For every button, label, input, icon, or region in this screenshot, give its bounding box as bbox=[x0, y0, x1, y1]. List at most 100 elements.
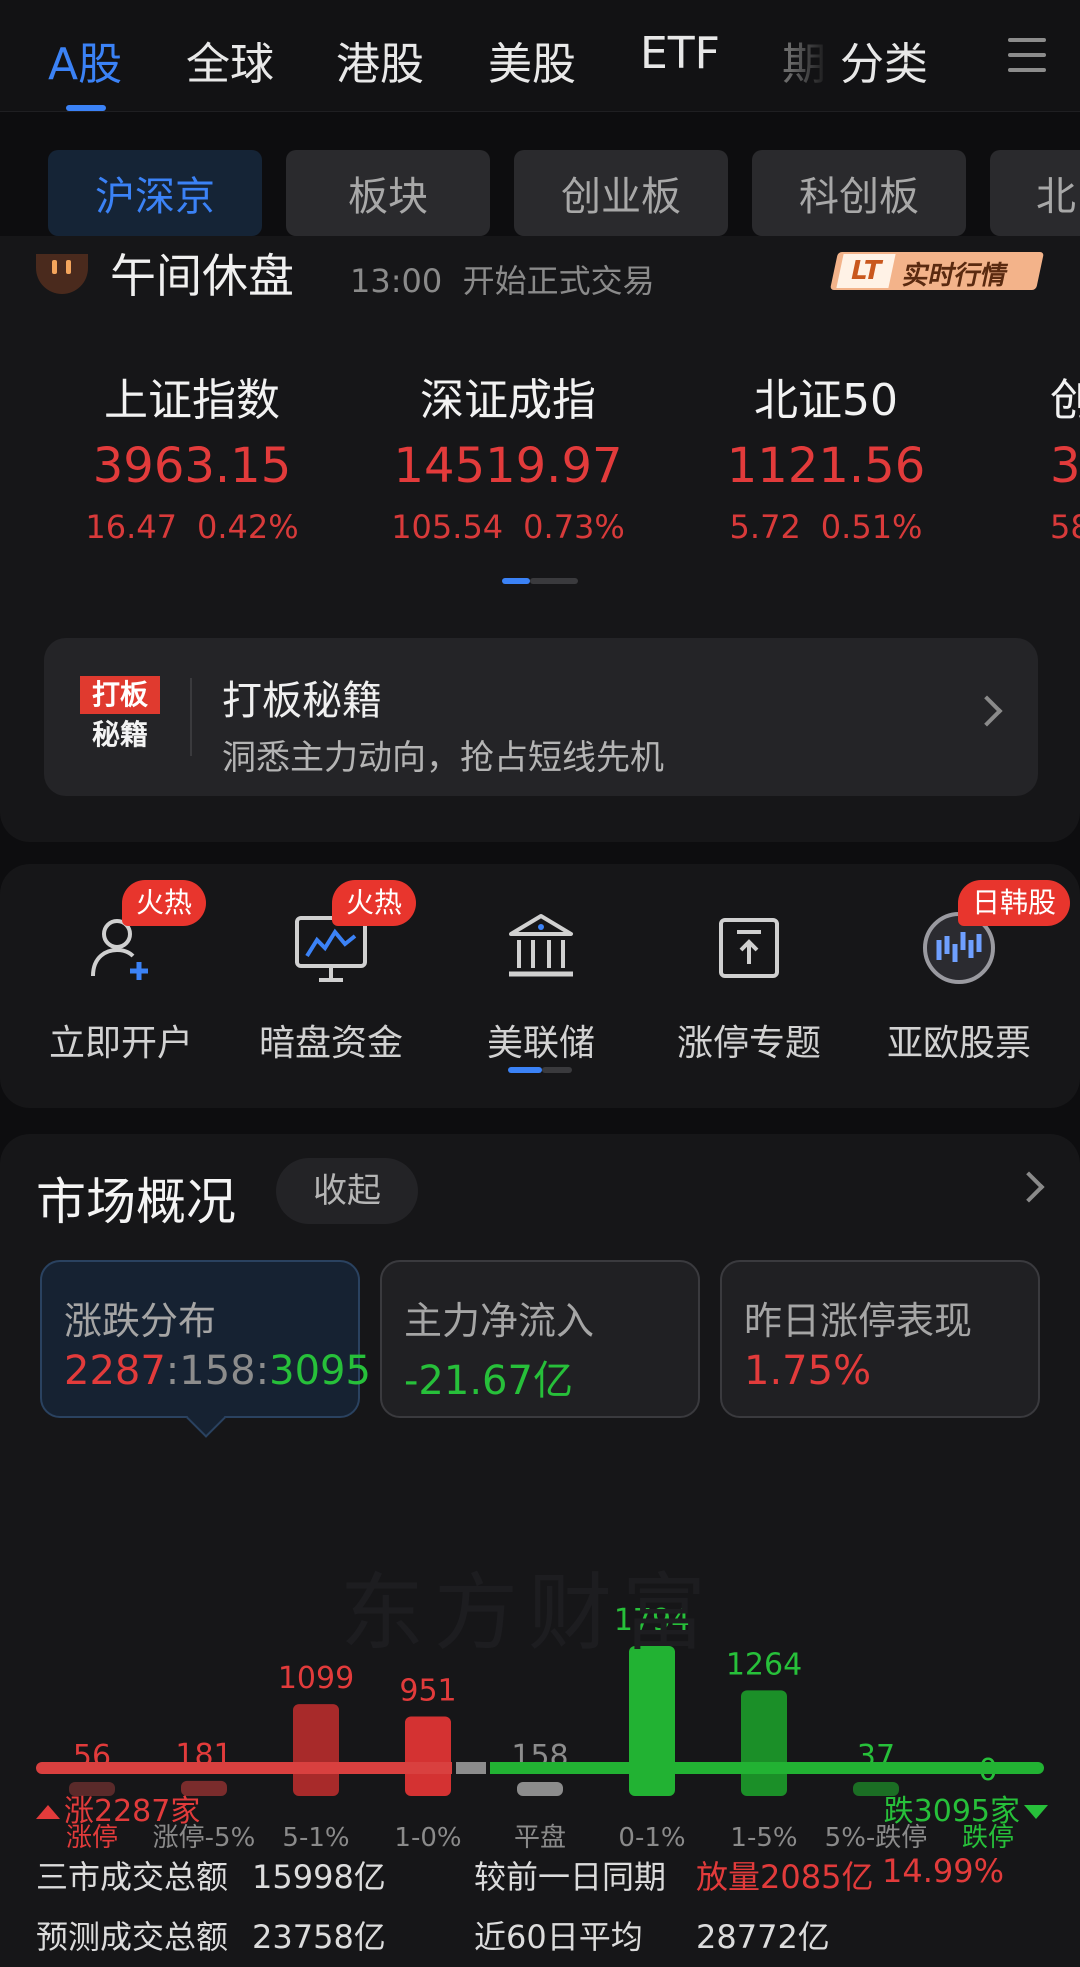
bank-icon bbox=[503, 910, 579, 986]
collapse-button[interactable]: 收起 bbox=[276, 1158, 418, 1224]
card-title: 涨跌分布 bbox=[64, 1299, 217, 1343]
index-name: 深证成指 bbox=[420, 375, 596, 426]
hot-badge: 火热 bbox=[332, 880, 417, 926]
arrow-up-icon bbox=[36, 1805, 60, 1819]
menu-icon[interactable] bbox=[1008, 38, 1046, 72]
compare-value: 放量2085亿 bbox=[696, 1858, 874, 1896]
top-navigation: A股 全球 港股 美股 ETF 期 分类 bbox=[0, 0, 1080, 112]
tools-panel: 立即开户 火热 暗盘资金 火热 美联储 涨停专题 亚欧股票 日韩股 bbox=[0, 864, 1080, 1108]
index-change: 105.54 0.73% bbox=[391, 508, 625, 546]
tool-label: 美联储 bbox=[486, 1023, 595, 1064]
hot-badge: 火热 bbox=[122, 880, 207, 926]
card-title: 主力净流入 bbox=[404, 1299, 595, 1343]
index-change: 58. bbox=[1050, 508, 1080, 546]
bar-2 bbox=[293, 1704, 339, 1796]
advance-decline-ratio: 2287:158:3095 bbox=[64, 1348, 371, 1394]
index-card-chinext[interactable]: 创 3 58. bbox=[1050, 364, 1080, 546]
bar-6 bbox=[741, 1690, 787, 1796]
realtime-quote-label: 实时行情 bbox=[899, 261, 1011, 291]
active-tab-indicator bbox=[66, 105, 106, 111]
promo-subtitle: 洞悉主力动向，抢占短线先机 bbox=[222, 738, 664, 778]
tab-us-stocks[interactable]: 美股 bbox=[488, 28, 576, 92]
market-status-bar: 午间休盘 13:00 开始正式交易 LT 实时行情 bbox=[0, 236, 1080, 306]
card-main-net-inflow[interactable]: 主力净流入 -21.67亿 bbox=[380, 1260, 700, 1418]
tab-global[interactable]: 全球 bbox=[186, 28, 274, 92]
index-change: 5.72 0.51% bbox=[729, 508, 923, 546]
card-value: -21.67亿 bbox=[404, 1358, 573, 1404]
tools-pager-active bbox=[508, 1067, 542, 1073]
avg60-value: 28772亿 bbox=[696, 1918, 830, 1956]
category-label: 平盘 bbox=[514, 1823, 566, 1853]
category-label: 0-1% bbox=[618, 1823, 685, 1853]
tool-euro-asia-stocks[interactable]: 亚欧股票 bbox=[854, 910, 1064, 1066]
promo-banner[interactable]: 打板 秘籍 打板秘籍 洞悉主力动向，抢占短线先机 bbox=[44, 638, 1038, 796]
tab-category[interactable]: 分类 bbox=[840, 28, 928, 92]
card-value: 1.75% bbox=[744, 1348, 872, 1394]
card-title: 昨日涨停表现 bbox=[744, 1299, 973, 1343]
card-advance-decline[interactable]: 涨跌分布 2287:158:3095 bbox=[40, 1260, 371, 1438]
hot-badge: 日韩股 bbox=[958, 880, 1071, 926]
market-overview-title: 市场概况 bbox=[36, 1173, 236, 1231]
tools-pager-track bbox=[542, 1067, 572, 1073]
index-card-shenzhen[interactable]: 深证成指 14519.97 105.54 0.73% bbox=[358, 364, 658, 546]
flat-bar bbox=[456, 1762, 487, 1774]
market-status-icon bbox=[36, 254, 88, 294]
index-panel: 午间休盘 13:00 开始正式交易 LT 实时行情 上证指数 3963.15 1… bbox=[0, 236, 1080, 842]
tool-label: 暗盘资金 bbox=[258, 1023, 403, 1064]
watermark-text: 东方财富 bbox=[340, 1564, 717, 1662]
category-label: 5-1% bbox=[282, 1823, 349, 1853]
index-value: 3963.15 bbox=[92, 438, 292, 494]
bar-3 bbox=[405, 1716, 451, 1796]
advance-bar bbox=[36, 1762, 453, 1774]
index-value: 3 bbox=[1050, 438, 1080, 494]
index-name: 创 bbox=[1050, 375, 1080, 426]
total-turnover-value: 15998亿 bbox=[252, 1858, 386, 1896]
category-label: 1-5% bbox=[730, 1823, 797, 1853]
chip-beijing[interactable]: 北 bbox=[990, 150, 1080, 236]
tab-hk-stocks[interactable]: 港股 bbox=[336, 28, 424, 92]
forecast-turnover-label: 预测成交总额 bbox=[36, 1918, 229, 1956]
tool-dark-pool-funds[interactable]: 暗盘资金 bbox=[226, 910, 436, 1066]
index-change: 16.47 0.42% bbox=[85, 508, 299, 546]
market-status-title: 午间休盘 bbox=[110, 249, 294, 303]
tab-a-shares[interactable]: A股 bbox=[48, 28, 122, 92]
bar-value-label: 951 bbox=[399, 1673, 456, 1708]
bar-4 bbox=[517, 1782, 563, 1796]
tool-federal-reserve[interactable]: 美联储 bbox=[436, 910, 646, 1066]
bar-value-label: 1264 bbox=[726, 1647, 802, 1682]
index-card-shanghai[interactable]: 上证指数 3963.15 16.47 0.42% bbox=[42, 364, 342, 546]
sub-tabs: 沪深京 板块 创业板 科创板 北 bbox=[0, 150, 1080, 236]
realtime-quote-badge[interactable]: LT 实时行情 bbox=[829, 252, 1045, 291]
decline-bar bbox=[490, 1762, 1044, 1774]
card-pointer bbox=[186, 1398, 226, 1438]
index-value: 14519.97 bbox=[393, 438, 623, 494]
tool-label: 立即开户 bbox=[48, 1023, 193, 1064]
tool-open-account[interactable]: 立即开户 bbox=[16, 910, 226, 1066]
index-card-beijing50[interactable]: 北证50 1121.56 5.72 0.51% bbox=[676, 364, 976, 546]
chip-hu-shen-jing[interactable]: 沪深京 bbox=[48, 150, 262, 236]
tab-fade bbox=[790, 20, 830, 90]
chevron-right-icon bbox=[971, 695, 1003, 727]
index-pager-active bbox=[502, 578, 530, 584]
index-value: 1121.56 bbox=[726, 438, 926, 494]
tool-label: 亚欧股票 bbox=[886, 1023, 1031, 1064]
advance-count: 涨2287家 bbox=[36, 1786, 200, 1830]
chip-sector[interactable]: 板块 bbox=[286, 150, 490, 236]
tool-limit-up-topic[interactable]: 涨停专题 bbox=[644, 910, 854, 1066]
forecast-turnover-value: 23758亿 bbox=[252, 1918, 386, 1956]
promo-logo: 打板 秘籍 bbox=[80, 676, 160, 754]
card-yesterday-limit-up[interactable]: 昨日涨停表现 1.75% bbox=[720, 1260, 1040, 1418]
chip-star-market[interactable]: 科创板 bbox=[752, 150, 966, 236]
market-status-time: 13:00 开始正式交易 bbox=[350, 262, 655, 300]
index-name: 北证50 bbox=[754, 375, 898, 426]
lt-badge-icon: LT bbox=[836, 254, 896, 288]
tab-etf[interactable]: ETF bbox=[640, 28, 720, 79]
total-turnover-label: 三市成交总额 bbox=[36, 1858, 229, 1896]
chip-chinext[interactable]: 创业板 bbox=[514, 150, 728, 236]
chevron-right-icon[interactable] bbox=[1013, 1171, 1045, 1203]
arrow-down-icon bbox=[1024, 1805, 1048, 1819]
market-overview-panel: 市场概况 收起 涨跌分布 2287:158:3095 主力净流入 -21.67亿… bbox=[0, 1134, 1080, 1967]
upload-box-icon bbox=[711, 910, 787, 986]
decline-count: 跌3095家 bbox=[884, 1786, 1048, 1830]
compare-pct: 14.99% bbox=[882, 1852, 1005, 1890]
